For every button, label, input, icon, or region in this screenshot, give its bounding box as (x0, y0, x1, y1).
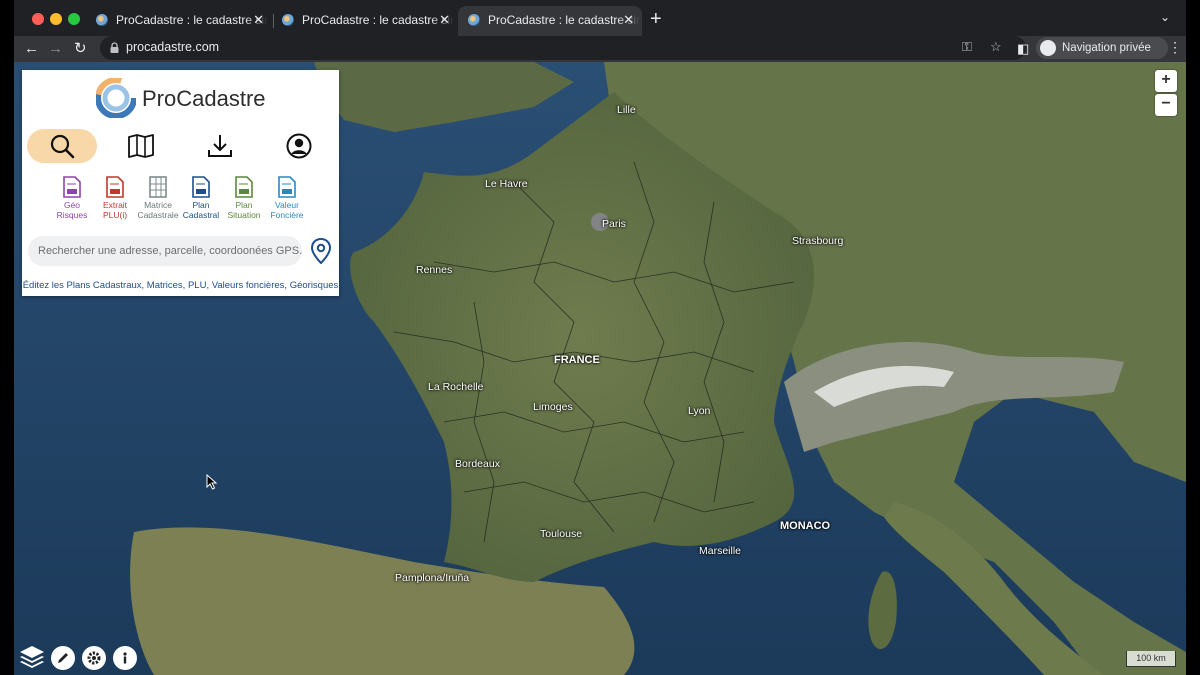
procadastre-logo (96, 78, 136, 118)
tool-label-line1: Plan (235, 200, 253, 210)
tool-valeur-fonciere[interactable]: Valeur Foncière (264, 176, 310, 220)
satellite-map[interactable]: Lille Le Havre Paris Strasbourg Rennes F… (14, 62, 1186, 675)
address-bar[interactable]: procadastre.com ⚿ ☆ (100, 36, 1026, 60)
maximize-window-button[interactable] (68, 13, 80, 25)
close-tab-icon[interactable]: ✕ (623, 6, 634, 34)
map-label-lyon: Lyon (688, 405, 711, 417)
map-label-paris: Paris (602, 218, 626, 230)
tool-label-line2: Foncière (270, 210, 304, 220)
map-label-limoges: Limoges (533, 401, 573, 413)
search-mode-button[interactable] (27, 129, 97, 163)
close-window-button[interactable] (32, 13, 44, 25)
download-mode-button[interactable] (185, 129, 255, 163)
zoom-in-button[interactable]: + (1155, 70, 1177, 92)
map-icon (128, 134, 154, 158)
side-panel-icon[interactable]: ◧ (1017, 39, 1029, 59)
tool-label-line2: Risques (56, 210, 88, 220)
map-label-pamplona: Pamplona/Iruña (395, 572, 470, 584)
profile-button[interactable]: Navigation privée (1036, 37, 1168, 59)
tab-strip: ProCadastre : le cadastre simplifié ✕ Pr… (14, 0, 1186, 36)
search-icon (50, 134, 75, 159)
tool-plan-cadastral[interactable]: Plan Cadastral (178, 176, 224, 220)
browser-menu-icon[interactable]: ⋮ (1168, 39, 1182, 56)
tool-matrice-cadastrale[interactable]: Matrice Cadastrale (135, 176, 181, 220)
browser-tab[interactable]: ProCadastre : le cadastre simplifié ✕ (86, 6, 272, 36)
forward-arrow-icon[interactable]: → (48, 39, 63, 59)
gear-icon (87, 651, 101, 665)
spreadsheet-icon (149, 176, 167, 198)
map-label-monaco: MONACO (780, 520, 831, 532)
map-label-toulouse: Toulouse (540, 528, 583, 540)
incognito-icon (1040, 40, 1056, 56)
document-icon (106, 176, 124, 198)
brand-name: ProCadastre (142, 86, 266, 111)
document-icon (192, 176, 210, 198)
map-label-strasbourg: Strasbourg (792, 235, 844, 247)
bookmark-star-icon[interactable]: ☆ (990, 39, 1002, 55)
search-placeholder: Rechercher une adresse, parcelle, coordo… (38, 245, 302, 257)
tool-extrait-plu[interactable]: Extrait PLU(i) (92, 176, 138, 220)
tool-georisques[interactable]: Géo Risques (49, 176, 95, 220)
map-label-marseille: Marseille (699, 545, 742, 557)
url-text: procadastre.com (126, 40, 220, 54)
map-label-le-havre: Le Havre (485, 178, 528, 190)
browser-toolbar: ← → ↻ procadastre.com ⚿ ☆ ◧ Navigation p… (14, 36, 1186, 62)
new-tab-button[interactable]: + (650, 8, 662, 30)
back-arrow-icon[interactable]: ← (24, 39, 39, 59)
profile-label: Navigation privée (1062, 42, 1151, 54)
search-input[interactable]: Rechercher une adresse, parcelle, coordo… (28, 236, 302, 266)
map-label-france: FRANCE (554, 354, 600, 366)
map-label-la-rochelle: La Rochelle (428, 381, 484, 393)
tool-label-line1: Extrait (102, 200, 128, 210)
tool-label-line1: Valeur (275, 200, 299, 210)
map-mode-button[interactable] (106, 129, 176, 163)
tool-label-line1: Matrice (144, 200, 172, 210)
location-pin-icon[interactable] (310, 238, 332, 264)
close-tab-icon[interactable]: ✕ (439, 6, 450, 34)
map-label-bordeaux: Bordeaux (455, 458, 500, 470)
layers-icon[interactable] (18, 642, 46, 670)
tool-label-line1: Géo (63, 200, 81, 210)
document-icon (278, 176, 296, 198)
tab-title: ProCadastre : le cadastre simplifié (488, 13, 640, 27)
site-favicon-icon (96, 14, 108, 26)
tool-label-line1: Plan (192, 200, 210, 210)
document-icon (235, 176, 253, 198)
browser-tab[interactable]: ProCadastre : le cadastre simplifié ✕ (272, 6, 458, 36)
settings-button[interactable] (82, 646, 106, 670)
tool-plan-situation[interactable]: Plan Situation (221, 176, 267, 220)
tagline[interactable]: Éditez les Plans Cadastraux, Matrices, P… (22, 280, 339, 291)
map-label-lille: Lille (617, 104, 636, 116)
mouse-cursor-icon (206, 474, 218, 490)
minimize-window-button[interactable] (50, 13, 62, 25)
tab-title: ProCadastre : le cadastre simplifié (116, 13, 268, 27)
site-favicon-icon (282, 14, 294, 26)
zoom-out-button[interactable]: − (1155, 94, 1177, 116)
account-mode-button[interactable] (264, 129, 334, 163)
map-label-rennes: Rennes (416, 264, 453, 276)
reload-icon[interactable]: ↻ (74, 39, 87, 59)
tool-label-line2: Cadastrale (137, 210, 179, 220)
browser-window: ProCadastre : le cadastre simplifié ✕ Pr… (14, 0, 1186, 675)
download-icon (208, 135, 232, 157)
user-icon (286, 133, 312, 159)
browser-tab-active[interactable]: ProCadastre : le cadastre simplifié ✕ (458, 6, 642, 36)
tab-search-chevron-icon[interactable]: ⌄ (1160, 10, 1170, 24)
tab-title: ProCadastre : le cadastre simplifié (302, 13, 454, 27)
close-tab-icon[interactable]: ✕ (253, 6, 264, 34)
pencil-icon (58, 653, 68, 663)
key-icon[interactable]: ⚿ (962, 39, 972, 55)
info-button[interactable] (113, 646, 137, 670)
tool-label-line2: Situation (227, 210, 261, 220)
lock-icon (110, 42, 119, 53)
scale-bar: 100 km (1126, 651, 1176, 667)
info-icon (123, 652, 127, 664)
site-favicon-icon (468, 14, 480, 26)
tool-label-line2: PLU(i) (102, 210, 128, 220)
procadastre-panel: ProCadastre Géo Risques Extrait PLU(i) M… (22, 70, 339, 296)
edit-button[interactable] (51, 646, 75, 670)
document-icon (63, 176, 81, 198)
tool-label-line2: Cadastral (182, 210, 220, 220)
